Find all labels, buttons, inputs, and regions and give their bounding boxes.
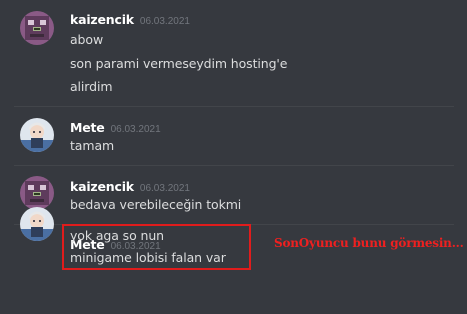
timestamp: 06.03.2021	[139, 183, 190, 194]
annotation-text: SonOyuncu bunu görmesin...	[274, 236, 464, 250]
username[interactable]: Mete	[70, 120, 105, 135]
message-text: alirdim	[70, 79, 113, 94]
anime-character-avatar-icon[interactable]	[20, 207, 54, 241]
message-text: tamam	[70, 138, 115, 153]
message-divider	[14, 165, 454, 166]
minecraft-face-avatar-icon[interactable]	[20, 11, 54, 45]
timestamp: 06.03.2021	[110, 124, 161, 135]
message-text: abow	[70, 32, 104, 47]
chat-messages-area: kaizencik 06.03.2021 abow son parami verm…	[0, 0, 467, 314]
message-text: bedava verebileceğin tokmi	[70, 197, 242, 212]
username[interactable]: kaizencik	[70, 12, 134, 27]
red-highlight-box	[62, 224, 251, 270]
timestamp: 06.03.2021	[139, 16, 190, 27]
message-divider	[14, 106, 454, 107]
minecraft-face-avatar-icon[interactable]	[20, 176, 54, 210]
anime-character-avatar-icon[interactable]	[20, 118, 54, 152]
username[interactable]: kaizencik	[70, 179, 134, 194]
message-text: son parami vermeseydim hosting'e	[70, 56, 288, 71]
